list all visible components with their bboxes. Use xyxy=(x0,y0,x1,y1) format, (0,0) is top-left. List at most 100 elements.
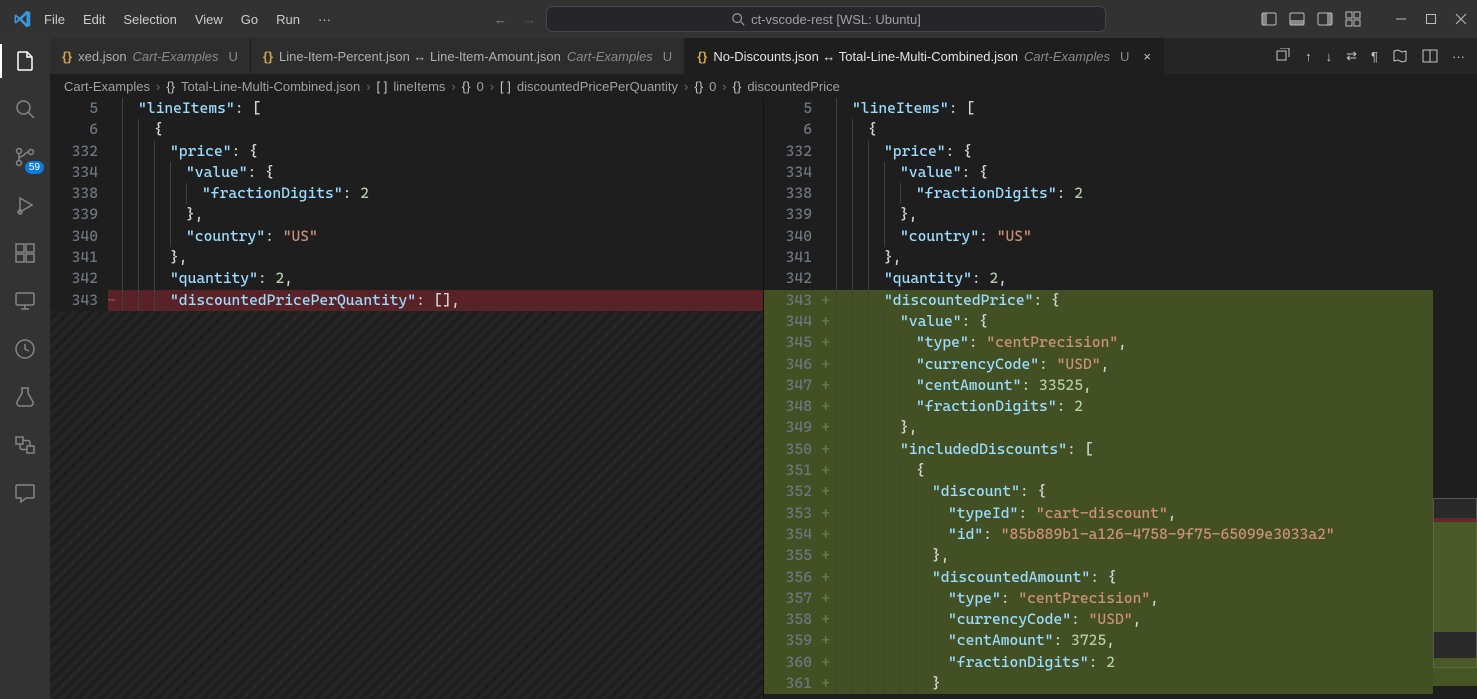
toggle-panel-icon[interactable] xyxy=(1289,11,1305,27)
toggle-secondary-sidebar-icon[interactable] xyxy=(1317,11,1333,27)
activity-extensions-icon[interactable] xyxy=(12,240,38,266)
chevron-right-icon: › xyxy=(366,79,370,94)
breadcrumb-item[interactable]: lineItems xyxy=(393,79,445,94)
code-line[interactable]: }, xyxy=(822,545,1477,566)
menu-run[interactable]: Run xyxy=(268,8,308,31)
diff-map-icon[interactable] xyxy=(1392,48,1408,64)
line-number: 349+ xyxy=(764,417,822,438)
code-line[interactable]: "fractionDigits": 2 xyxy=(822,652,1477,673)
diff-pane-original[interactable]: 56332334338339340341342343− "lineItems":… xyxy=(50,98,763,699)
toggle-primary-sidebar-icon[interactable] xyxy=(1261,11,1277,27)
line-number: 342 xyxy=(50,268,108,289)
chevron-right-icon: › xyxy=(156,79,160,94)
nav-forward-icon[interactable]: → xyxy=(523,12,536,27)
tab-compare-line-item[interactable]: {} Line-Item-Percent.json ↔ Line-Item-Am… xyxy=(251,38,685,74)
next-diff-icon[interactable]: ↓ xyxy=(1326,49,1333,64)
code-line[interactable]: } xyxy=(822,673,1477,694)
breadcrumb-item[interactable]: Total-Line-Multi-Combined.json xyxy=(181,79,360,94)
code-line[interactable]: "id": "85b889b1-a126-4758-9f75-65099e303… xyxy=(822,524,1477,545)
prev-diff-icon[interactable]: ↑ xyxy=(1305,49,1312,64)
code-line[interactable]: "price": { xyxy=(822,141,1477,162)
code-line[interactable]: { xyxy=(822,460,1477,481)
breadcrumb-item[interactable]: 0 xyxy=(709,79,716,94)
code-line[interactable]: "centAmount": 33525, xyxy=(822,375,1477,396)
split-editor-icon[interactable] xyxy=(1422,48,1438,64)
code-line[interactable]: "value": { xyxy=(108,162,763,183)
code-line[interactable]: "discountedAmount": { xyxy=(822,567,1477,588)
code-line[interactable]: }, xyxy=(822,417,1477,438)
line-number: 341 xyxy=(764,247,822,268)
code-line[interactable]: "quantity": 2, xyxy=(108,268,763,289)
activity-ports-icon[interactable] xyxy=(12,432,38,458)
diff-pane-modified[interactable]: 56332334338339340341342343+344+345+346+3… xyxy=(763,98,1477,699)
breadcrumb-item[interactable]: discountedPricePerQuantity xyxy=(517,79,678,94)
swap-icon[interactable]: ⇄ xyxy=(1346,48,1357,64)
menu-go[interactable]: Go xyxy=(233,8,266,31)
search-icon xyxy=(731,12,745,26)
code-line[interactable]: "currencyCode": "USD", xyxy=(822,354,1477,375)
code-line[interactable]: "discountedPrice": { xyxy=(822,290,1477,311)
line-number: 354+ xyxy=(764,524,822,545)
code-line[interactable]: "discountedPricePerQuantity": [], xyxy=(108,290,763,311)
code-line[interactable]: { xyxy=(822,119,1477,140)
code-line[interactable]: }, xyxy=(822,204,1477,225)
activity-run-debug-icon[interactable] xyxy=(12,192,38,218)
code-line[interactable]: "fractionDigits": 2 xyxy=(108,183,763,204)
menu-overflow[interactable]: ··· xyxy=(310,8,339,31)
menu-edit[interactable]: Edit xyxy=(75,8,113,31)
line-number: 338 xyxy=(50,183,108,204)
close-icon[interactable]: × xyxy=(1143,49,1151,64)
code-line[interactable]: "centAmount": 3725, xyxy=(822,630,1477,651)
activity-remote-explorer-icon[interactable] xyxy=(12,288,38,314)
code-line[interactable]: "country": "US" xyxy=(822,226,1477,247)
code-line[interactable]: "typeId": "cart-discount", xyxy=(822,503,1477,524)
line-number: 343− xyxy=(50,290,108,311)
customize-layout-icon[interactable] xyxy=(1345,11,1361,27)
open-file-icon[interactable] xyxy=(1275,48,1291,64)
activity-comments-icon[interactable] xyxy=(12,480,38,506)
code-line[interactable]: "lineItems": [ xyxy=(822,98,1477,119)
code-line[interactable]: "includedDiscounts": [ xyxy=(822,439,1477,460)
code-line[interactable]: "quantity": 2, xyxy=(822,268,1477,289)
breadcrumb-item[interactable]: Cart-Examples xyxy=(64,79,150,94)
tab-description: Cart-Examples xyxy=(567,49,653,64)
window-minimize-icon[interactable] xyxy=(1393,11,1409,27)
code-line[interactable]: }, xyxy=(822,247,1477,268)
code-line[interactable]: "type": "centPrecision", xyxy=(822,588,1477,609)
activity-testing-icon[interactable] xyxy=(12,384,38,410)
menu-view[interactable]: View xyxy=(187,8,231,31)
code-line[interactable]: "price": { xyxy=(108,141,763,162)
breadcrumb-item[interactable]: 0 xyxy=(476,79,483,94)
line-number: 359+ xyxy=(764,630,822,651)
code-line[interactable]: "country": "US" xyxy=(108,226,763,247)
activity-explorer-icon[interactable] xyxy=(12,48,38,74)
activity-search-icon[interactable] xyxy=(12,96,38,122)
tab-compare-no-discounts[interactable]: {} No-Discounts.json ↔ Total-Line-Multi-… xyxy=(685,38,1164,74)
nav-back-icon[interactable]: ← xyxy=(494,12,507,27)
code-line[interactable]: { xyxy=(108,119,763,140)
code-line[interactable]: "discount": { xyxy=(822,481,1477,502)
activity-source-control-icon[interactable]: 59 xyxy=(12,144,38,170)
menu-file[interactable]: File xyxy=(36,8,73,31)
window-close-icon[interactable] xyxy=(1453,11,1469,27)
breadcrumb[interactable]: Cart-Examples›{}Total-Line-Multi-Combine… xyxy=(50,74,1477,98)
command-center[interactable]: ct-vscode-rest [WSL: Ubuntu] xyxy=(546,6,1106,32)
code-line[interactable]: "fractionDigits": 2 xyxy=(822,396,1477,417)
menu-selection[interactable]: Selection xyxy=(115,8,184,31)
more-actions-icon[interactable]: ··· xyxy=(1452,49,1465,64)
window-maximize-icon[interactable] xyxy=(1423,11,1439,27)
code-line[interactable]: "value": { xyxy=(822,162,1477,183)
line-number: 6 xyxy=(764,119,822,140)
code-line[interactable]: }, xyxy=(108,204,763,225)
whitespace-icon[interactable]: ¶ xyxy=(1371,49,1378,64)
code-line[interactable]: "value": { xyxy=(822,311,1477,332)
breadcrumb-item[interactable]: discountedPrice xyxy=(747,79,840,94)
activity-timeline-icon[interactable] xyxy=(12,336,38,362)
code-line[interactable]: "currencyCode": "USD", xyxy=(822,609,1477,630)
code-line[interactable]: "fractionDigits": 2 xyxy=(822,183,1477,204)
tab-xed-json[interactable]: {} xed.json Cart-Examples U xyxy=(50,38,251,74)
code-line[interactable]: }, xyxy=(108,247,763,268)
code-line[interactable]: "type": "centPrecision", xyxy=(822,332,1477,353)
minimap[interactable] xyxy=(1433,98,1477,699)
code-line[interactable]: "lineItems": [ xyxy=(108,98,763,119)
